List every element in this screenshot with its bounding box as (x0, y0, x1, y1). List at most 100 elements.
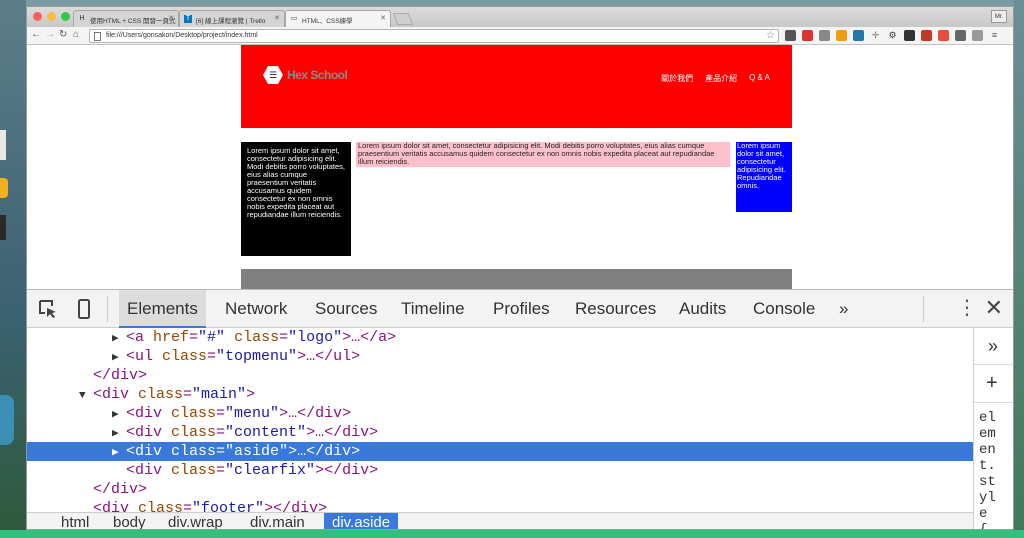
close-tab-icon[interactable]: ✕ (274, 14, 280, 22)
more-tabs-icon[interactable]: » (831, 290, 856, 328)
menu-icon[interactable]: ≡ (989, 30, 1000, 41)
forward-arrow-icon[interactable]: → (45, 29, 55, 40)
expand-pane-icon[interactable]: » (988, 336, 998, 357)
dom-tree-row[interactable]: ▶ <div class="content">…</div> (27, 423, 973, 442)
dom-tree: ▶ <a href="#" class="logo">…</a> ▶ <ul clas… (27, 328, 973, 512)
attribute-name: class (153, 348, 208, 365)
extension-icon[interactable] (785, 30, 796, 41)
tag-close: >…</div> (306, 424, 379, 441)
dom-tree-row[interactable]: ▶ <div class="menu">…</div> (27, 404, 973, 423)
dom-tree-row[interactable]: </div> (27, 366, 973, 385)
dom-tree-row[interactable]: </div> (27, 480, 973, 499)
tab-timeline[interactable]: Timeline (393, 290, 473, 328)
menu-block: Lorem ipsum dolor sit amet, consectetur … (241, 142, 351, 256)
close-tab-icon[interactable]: ✕ (168, 14, 174, 22)
tag-close: >…</ul> (297, 348, 361, 365)
kebab-menu-icon[interactable]: ⋮ (957, 290, 977, 326)
dom-tree-row[interactable]: ▶ <ul class="topmenu">…</ul> (27, 347, 973, 366)
toolbar-divider (107, 296, 108, 322)
browser-tab-2[interactable]: T [6] 線上課程瀏覽 | Trello ✕ (179, 10, 285, 27)
maximize-window-button[interactable] (61, 12, 70, 21)
extension-icon[interactable] (972, 30, 983, 41)
devtools-panel: Elements Network Sources Timeline Profil… (27, 289, 1013, 530)
crosshair-icon[interactable]: ✛ (870, 30, 881, 41)
tab-elements[interactable]: Elements (119, 290, 206, 328)
desktop-dock-item[interactable] (0, 215, 6, 240)
breadcrumb-item[interactable]: div.main (242, 513, 313, 529)
dom-tree-row[interactable]: ▶ <a href="#" class="logo">…</a> (27, 328, 973, 347)
dom-tree-row[interactable]: ▼ <div class="main"> (27, 385, 973, 404)
breadcrumb-item[interactable]: html (53, 513, 97, 529)
new-tab-button[interactable] (392, 13, 414, 25)
document-favicon-icon: ▭ (290, 15, 298, 22)
browser-tab-3[interactable]: ▭ HTML、CSS練學 ✕ (285, 10, 391, 27)
top-menu-products[interactable]: 產品介紹 (705, 73, 737, 84)
tag-close: ></div> (315, 462, 379, 479)
attribute-name: class (129, 386, 184, 403)
dom-tree-row[interactable]: <div class="clearfix"></div> (27, 461, 973, 480)
close-devtools-icon[interactable]: ✕ (985, 290, 1003, 326)
tab-label: [6] 線上課程瀏覽 | Trello (196, 18, 266, 25)
breadcrumb-item[interactable]: div.wrap (160, 513, 231, 529)
extension-icon[interactable] (921, 30, 932, 41)
dom-tree-row[interactable]: <div class="footer"></div> (27, 499, 973, 512)
tab-profiles[interactable]: Profiles (485, 290, 558, 328)
tag-name: <div (93, 500, 130, 512)
breadcrumb-item[interactable]: body (105, 513, 154, 529)
extension-icon[interactable] (819, 30, 830, 41)
site-logo[interactable]: ☰ Hex School (263, 65, 348, 85)
attribute-value: "content" (225, 424, 307, 441)
attribute-equals: = (216, 462, 226, 479)
attribute-equals: = (216, 424, 226, 441)
desktop-dock-item[interactable] (0, 178, 8, 198)
breadcrumb-item[interactable]: div.aside (324, 513, 399, 529)
profile-button[interactable]: Mr. (991, 10, 1007, 23)
back-arrow-icon[interactable]: ← (31, 29, 41, 40)
extension-icon[interactable] (904, 30, 915, 41)
hexagon-logo-icon: ☰ (263, 66, 283, 84)
attribute-equals: = (189, 329, 199, 346)
attribute-value: "topmenu" (216, 348, 298, 365)
extension-icon[interactable] (853, 30, 864, 41)
minimize-window-button[interactable] (47, 12, 56, 21)
bookmark-star-icon[interactable]: ☆ (766, 30, 775, 41)
home-icon[interactable]: ⌂ (73, 29, 79, 40)
browser-tab-1[interactable]: H 使用HTML + CSS 開發一頁式 ✕ (73, 10, 179, 27)
desktop-dock-item[interactable] (0, 130, 6, 160)
device-mode-icon[interactable] (73, 298, 95, 320)
tab-label: 使用HTML + CSS 開發一頁式 (90, 18, 176, 25)
tab-sources[interactable]: Sources (307, 290, 385, 328)
extension-icon[interactable] (955, 30, 966, 41)
page-icon (94, 32, 101, 41)
trello-favicon-icon: T (184, 15, 192, 23)
tab-audits[interactable]: Audits (671, 290, 734, 328)
reload-icon[interactable]: ↻ (59, 29, 67, 40)
dom-tree-row[interactable]: ▶ <div class="aside">…</div> (27, 442, 973, 461)
extension-icon[interactable] (938, 30, 949, 41)
extension-icon[interactable] (802, 30, 813, 41)
attribute-name: class (162, 462, 217, 479)
inspect-element-icon[interactable] (37, 298, 59, 320)
tag-name: <div (126, 424, 163, 441)
attribute-value: "menu" (225, 405, 280, 422)
extension-icon[interactable] (836, 30, 847, 41)
tab-console[interactable]: Console (745, 290, 823, 328)
attribute-name: class (225, 329, 280, 346)
attribute-name: class (162, 443, 217, 460)
top-menu-about[interactable]: 關於我們 (661, 73, 693, 84)
top-menu-qa[interactable]: Q & A (749, 73, 770, 84)
tab-network[interactable]: Network (217, 290, 295, 328)
gear-icon[interactable]: ⚙ (887, 30, 898, 41)
toolbar-divider (923, 296, 924, 322)
close-window-button[interactable] (33, 12, 42, 21)
add-style-rule-icon[interactable]: + (986, 372, 998, 395)
attribute-equals: = (216, 405, 226, 422)
tab-resources[interactable]: Resources (567, 290, 664, 328)
address-bar[interactable]: file:///Users/gonsakon/Desktop/project/i… (89, 29, 779, 43)
element-style-text: element.style { (979, 410, 996, 530)
attribute-equals: = (279, 329, 289, 346)
close-tab-icon[interactable]: ✕ (380, 14, 386, 22)
desktop-dock-item[interactable] (0, 395, 14, 445)
tag-name: <div (126, 405, 163, 422)
content-block: Lorem ipsum dolor sit amet, consectetur … (356, 142, 730, 167)
